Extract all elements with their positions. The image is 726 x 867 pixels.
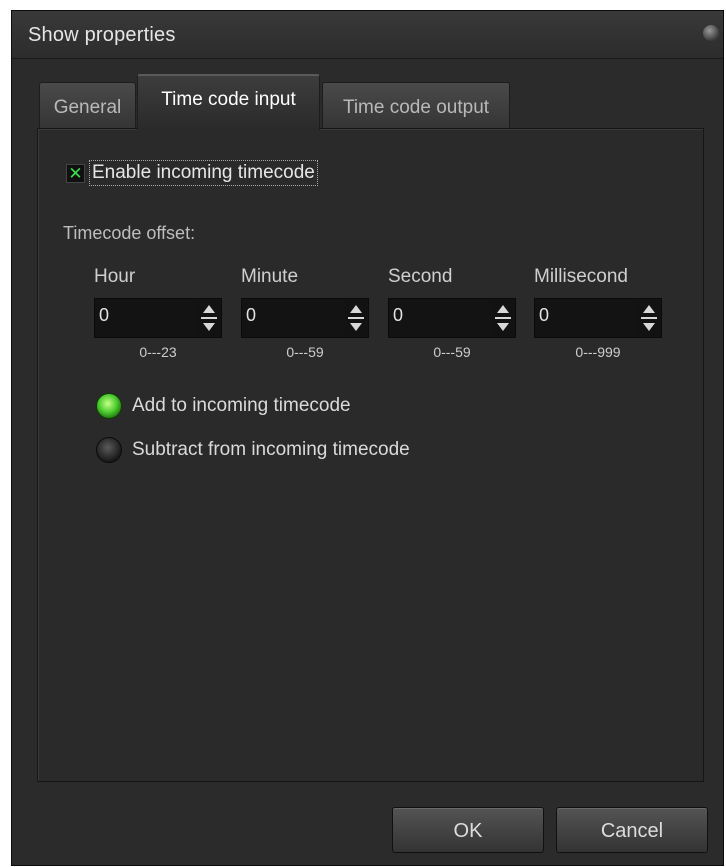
hour-spin-arrows[interactable] — [198, 300, 220, 336]
spin-divider-icon — [495, 317, 511, 319]
millisecond-field: Millisecond 0 0---999 — [534, 266, 662, 360]
spin-down-icon[interactable] — [203, 323, 215, 331]
check-mark-icon: ✕ — [68, 163, 83, 183]
tab-general[interactable]: General — [39, 82, 136, 128]
subtract-radio-button[interactable] — [96, 437, 122, 463]
millisecond-spinbox[interactable]: 0 — [534, 298, 662, 338]
millisecond-label: Millisecond — [534, 266, 628, 287]
enable-incoming-timecode-checkbox[interactable]: ✕ — [66, 163, 85, 183]
spin-up-icon[interactable] — [643, 305, 655, 313]
enable-incoming-timecode-label[interactable]: Enable incoming timecode — [89, 160, 318, 186]
spin-divider-icon — [201, 317, 217, 319]
minute-label: Minute — [241, 266, 299, 287]
second-field: Second 0 0---59 — [388, 266, 516, 360]
window-close-orb-icon[interactable] — [703, 25, 719, 41]
minute-field: Minute 0 0---59 — [241, 266, 369, 360]
spin-up-icon[interactable] — [350, 305, 362, 313]
tab-time-code-output-label: Time code output — [342, 97, 490, 118]
spin-down-icon[interactable] — [350, 323, 362, 331]
second-spinbox[interactable]: 0 — [388, 298, 516, 338]
spin-up-icon[interactable] — [497, 305, 509, 313]
second-range: 0---59 — [433, 344, 471, 360]
timecode-offset-label: Timecode offset: — [63, 223, 196, 243]
time-code-input-panel: ✕ Enable incoming timecode Timecode offs… — [37, 128, 704, 782]
subtract-from-incoming-option[interactable]: Subtract from incoming timecode — [96, 435, 410, 465]
millisecond-spin-arrows[interactable] — [638, 300, 660, 336]
spin-down-icon[interactable] — [497, 323, 509, 331]
spin-up-icon[interactable] — [203, 305, 215, 313]
minute-range: 0---59 — [286, 344, 324, 360]
tab-general-label: General — [53, 97, 122, 118]
tab-time-code-input-label: Time code input — [161, 89, 296, 110]
add-radio-label[interactable]: Add to incoming timecode — [132, 395, 351, 417]
second-spin-arrows[interactable] — [492, 300, 514, 336]
millisecond-value[interactable]: 0 — [539, 305, 549, 326]
add-to-incoming-option[interactable]: Add to incoming timecode — [96, 391, 351, 421]
subtract-radio-label[interactable]: Subtract from incoming timecode — [132, 439, 410, 461]
title-bar[interactable]: Show properties — [12, 11, 723, 59]
hour-spinbox[interactable]: 0 — [94, 298, 222, 338]
tab-time-code-input[interactable]: Time code input — [137, 74, 320, 130]
second-value[interactable]: 0 — [393, 305, 403, 326]
tab-time-code-output[interactable]: Time code output — [322, 82, 510, 128]
minute-value[interactable]: 0 — [246, 305, 256, 326]
add-radio-button[interactable] — [96, 393, 122, 419]
spin-divider-icon — [348, 317, 364, 319]
minute-spin-arrows[interactable] — [345, 300, 367, 336]
show-properties-dialog: Show properties General Time code input … — [11, 10, 724, 866]
cancel-button[interactable]: Cancel — [556, 807, 708, 853]
spin-down-icon[interactable] — [643, 323, 655, 331]
millisecond-range: 0---999 — [575, 344, 621, 360]
hour-value[interactable]: 0 — [99, 305, 109, 326]
second-label: Second — [388, 266, 453, 287]
ok-button[interactable]: OK — [392, 807, 544, 853]
enable-incoming-timecode-row[interactable]: ✕ Enable incoming timecode — [66, 160, 318, 186]
hour-label: Hour — [94, 266, 136, 287]
hour-range: 0---23 — [139, 344, 177, 360]
minute-spinbox[interactable]: 0 — [241, 298, 369, 338]
spin-divider-icon — [641, 317, 657, 319]
dialog-title: Show properties — [28, 24, 176, 46]
hour-field: Hour 0 0---23 — [94, 266, 222, 360]
